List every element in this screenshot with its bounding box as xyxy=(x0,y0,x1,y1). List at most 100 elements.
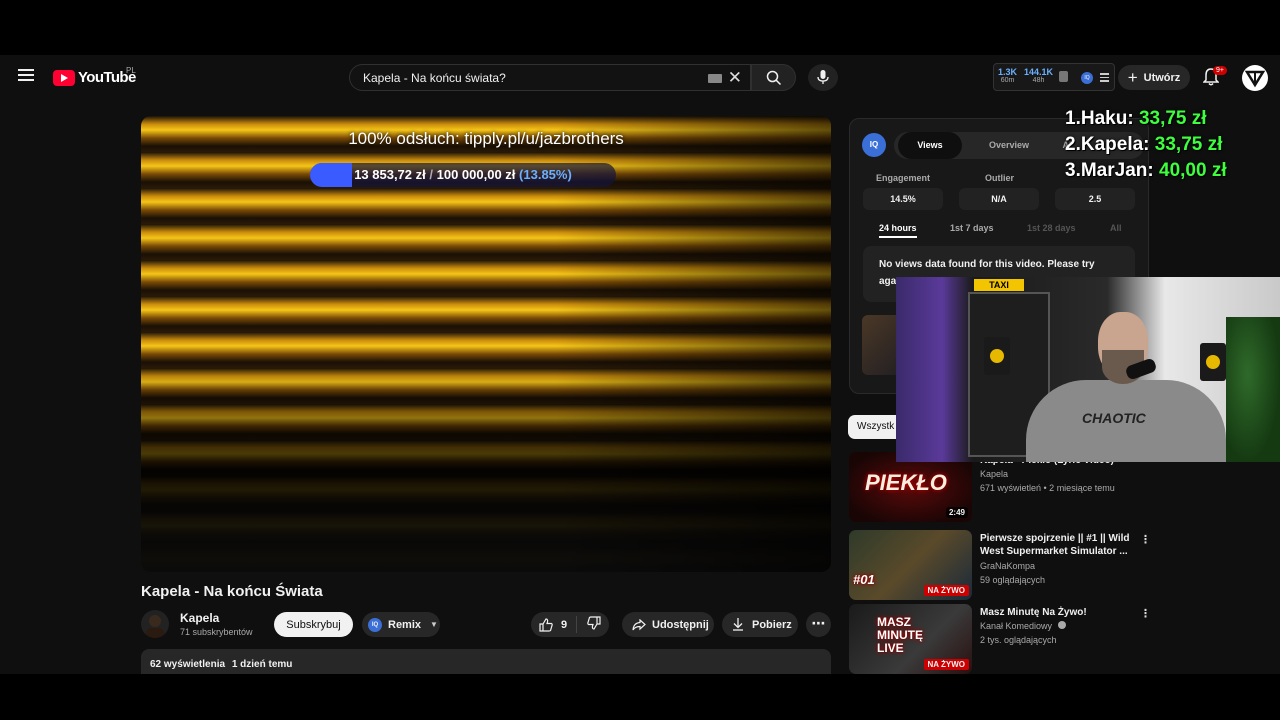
streamer-shirt: CHAOTIC xyxy=(1026,380,1226,462)
download-label: Pobierz xyxy=(752,618,792,631)
verified-icon xyxy=(1057,621,1066,629)
search-icon xyxy=(766,70,782,86)
tab-overview[interactable]: Overview xyxy=(974,132,1044,159)
chart-icon[interactable] xyxy=(1059,71,1068,82)
metric-label-engagement: Engagement xyxy=(876,173,931,183)
recommendation-title: Pierwsze spojrzenie || #1 || Wild West S… xyxy=(980,533,1130,557)
recommendation-meta: 59 oglądających xyxy=(980,575,1046,585)
video-player[interactable]: 100% odsłuch: tipply.pl/u/jazbrothers 13… xyxy=(141,116,831,572)
more-vert-icon[interactable]: ⋮ xyxy=(1140,607,1151,620)
play-logo-icon xyxy=(53,69,75,86)
live-badge: NA ŻYWO xyxy=(923,659,969,670)
iq-icon[interactable]: IQ xyxy=(1081,72,1093,84)
dislike-button[interactable] xyxy=(577,616,601,633)
recommendation-channel: Kapela xyxy=(980,469,1009,479)
live-badge: NA ŻYWO xyxy=(923,585,969,596)
channel-name[interactable]: Kapela xyxy=(180,611,219,625)
description-box[interactable]: 62 wyświetlenia 1 dzień temu xyxy=(141,649,831,674)
recommendation-thumbnail: #01 NA ŻYWO xyxy=(849,530,972,600)
microphone-icon xyxy=(817,70,829,84)
clear-search-icon[interactable]: ✕ xyxy=(728,69,742,86)
metric-outlier: N/A xyxy=(959,188,1039,210)
recommendation-item[interactable]: #01 NA ŻYWO Pierwsze spojrzenie || #1 ||… xyxy=(849,530,1151,600)
share-label: Udostępnij xyxy=(652,618,709,631)
more-actions-button[interactable]: ⋯ xyxy=(806,612,831,637)
range-24-hours[interactable]: 24 hours xyxy=(879,223,917,238)
remix-button[interactable]: IQ Remix ▼ xyxy=(362,612,440,637)
recommendation-title: Masz Minutę Na Żywo! xyxy=(980,607,1087,618)
recommendation-thumbnail: MASZ MINUTĘ LIVE NA ŻYWO xyxy=(849,604,972,674)
metric-label-outlier: Outlier xyxy=(985,173,1015,183)
tip-overlay-text: 100% odsłuch: tipply.pl/u/jazbrothers xyxy=(348,129,624,148)
recommendation-item[interactable]: PIEKŁO 2:49 Kapela - Piekło (Lyric Video… xyxy=(849,452,1149,522)
thumbnail-title-text: MASZ MINUTĘ LIVE xyxy=(877,615,923,655)
plus-icon: + xyxy=(1127,67,1138,87)
create-label: Utwórz xyxy=(1143,71,1181,84)
share-icon xyxy=(632,618,646,630)
channel-avatar-image xyxy=(146,615,164,638)
subscriber-count: 71 subskrybentów xyxy=(180,627,253,637)
view-count: 62 wyświetlenia xyxy=(150,659,226,670)
download-button[interactable]: Pobierz xyxy=(722,612,798,637)
search-query: Kapela - Na końcu świata? xyxy=(363,70,506,85)
keyboard-icon[interactable] xyxy=(708,74,722,83)
thumbs-down-icon xyxy=(587,616,601,630)
publish-date: 1 dzień temu xyxy=(231,659,293,670)
share-button[interactable]: Udostępnij xyxy=(622,612,714,637)
stat-60m: 1.3K 60m xyxy=(998,67,1018,84)
metric-third: 2.5 xyxy=(1055,188,1135,210)
recommendation-item[interactable]: MASZ MINUTĘ LIVE NA ŻYWO Masz Minutę Na … xyxy=(849,604,1151,674)
like-count: 9 xyxy=(561,618,568,631)
youtube-logo[interactable]: YouTube xyxy=(53,69,136,86)
voice-search-button[interactable] xyxy=(808,64,838,91)
masthead: YouTube PL Kapela - Na końcu świata? ✕ 1… xyxy=(0,55,1280,100)
streamer: CHAOTIC xyxy=(1026,312,1226,462)
search-input[interactable]: Kapela - Na końcu świata? ✕ xyxy=(349,64,751,91)
create-button[interactable]: + Utwórz xyxy=(1118,65,1190,90)
shirt-text: CHAOTIC xyxy=(1082,410,1146,426)
logo-country-code: PL xyxy=(126,66,136,75)
like-dislike-group: 9 xyxy=(531,612,609,637)
like-button[interactable]: 9 xyxy=(531,616,577,633)
thumbs-up-icon xyxy=(539,617,553,632)
donation-goal-text: 13 853,72 zł / 100 000,00 zł (13.85%) xyxy=(354,167,572,182)
leaderboard-row: 2.Kapela: 33,75 zł xyxy=(1065,134,1223,155)
search-button[interactable] xyxy=(751,64,796,91)
subscribe-button[interactable]: Subskrybuj xyxy=(274,612,353,637)
letterbox-bottom xyxy=(0,674,1280,720)
plant xyxy=(1226,317,1280,462)
channel-avatar[interactable] xyxy=(141,610,169,638)
range-first-7-days[interactable]: 1st 7 days xyxy=(950,223,994,233)
metric-engagement: 14.5% xyxy=(863,188,943,210)
tab-views[interactable]: Views xyxy=(898,132,962,159)
remix-label: Remix xyxy=(388,618,422,631)
realtime-stats-widget[interactable]: 1.3K 60m 144.1K 48h IQ xyxy=(993,63,1115,91)
leaderboard-row: 1.Haku: 33,75 zł xyxy=(1065,108,1207,129)
download-icon xyxy=(733,618,743,631)
letterbox-top xyxy=(0,0,1280,55)
taxi-sign: TAXI xyxy=(974,279,1024,291)
video-duration: 2:49 xyxy=(945,507,968,518)
iq-logo-icon: IQ xyxy=(862,133,886,157)
recommendation-channel: Kanał Komediowy xyxy=(980,621,1066,631)
video-title: Kapela - Na końcu Świata xyxy=(141,583,323,600)
donation-leaderboard-overlay: 1.Haku: 33,75 zł 2.Kapela: 33,75 zł 3.Ma… xyxy=(1065,106,1227,184)
recommendation-thumbnail: PIEKŁO 2:49 xyxy=(849,452,972,522)
chevron-down-icon: ▼ xyxy=(430,620,438,629)
streamer-webcam-overlay: TAXI CHAOTIC xyxy=(896,277,1280,462)
speaker-left xyxy=(984,337,1010,375)
donation-goal-bar: 13 853,72 zł / 100 000,00 zł (13.85%) xyxy=(310,163,616,187)
range-all[interactable]: All xyxy=(1110,223,1122,233)
iq-icon: IQ xyxy=(368,617,382,632)
stat-48h: 144.1K 48h xyxy=(1024,67,1054,84)
recommendation-channel: GraNaKompa xyxy=(980,561,1036,571)
menu-icon[interactable] xyxy=(18,69,34,81)
recommendation-meta: 671 wyświetleń • 2 miesiące temu xyxy=(980,483,1115,493)
thumbnail-title-text: PIEKŁO xyxy=(865,470,947,495)
avatar-emblem-icon xyxy=(1244,70,1266,88)
widget-menu-icon[interactable] xyxy=(1100,73,1109,84)
more-vert-icon[interactable]: ⋮ xyxy=(1140,533,1151,546)
range-first-28-days[interactable]: 1st 28 days xyxy=(1027,223,1076,233)
account-avatar[interactable] xyxy=(1242,65,1268,91)
notification-count-badge: 9+ xyxy=(1213,66,1227,75)
